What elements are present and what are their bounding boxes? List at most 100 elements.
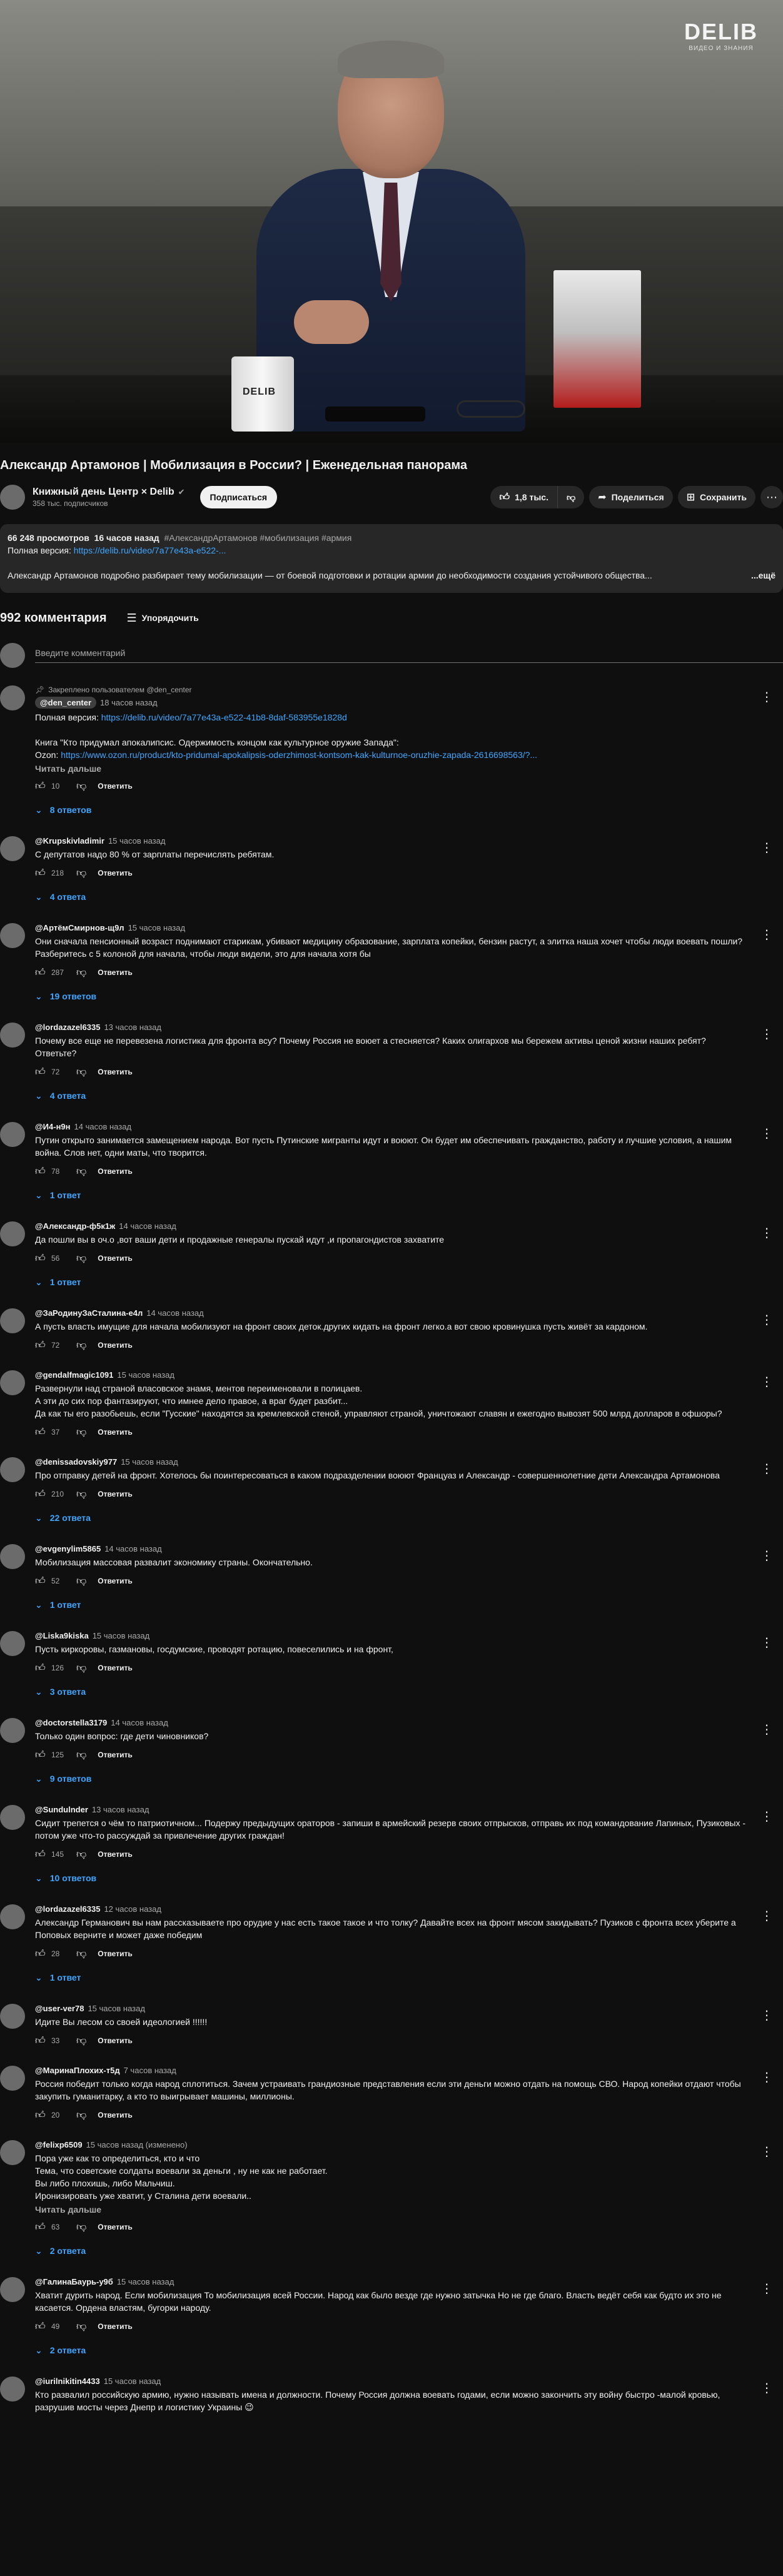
- comment-avatar[interactable]: [0, 1718, 25, 1743]
- comment-avatar[interactable]: [0, 1457, 25, 1482]
- thumbs-down-icon[interactable]: 👎︎: [76, 2035, 86, 2047]
- reply-button[interactable]: Ответить: [98, 2111, 132, 2119]
- description-box[interactable]: 66 248 просмотров 16 часов назад #Алекса…: [0, 524, 783, 593]
- comment-menu-icon[interactable]: ⋮: [760, 840, 773, 856]
- comment-author[interactable]: @den_center: [35, 697, 97, 709]
- comment-time[interactable]: 15 часов назад: [88, 2004, 145, 2013]
- thumbs-up-icon[interactable]: 👍︎: [35, 1066, 50, 1078]
- comment-menu-icon[interactable]: ⋮: [760, 1635, 773, 1650]
- thumbs-up-icon[interactable]: 👍︎: [35, 1488, 50, 1500]
- comment-time[interactable]: 13 часов назад: [104, 1023, 161, 1032]
- reply-button[interactable]: Ответить: [98, 869, 132, 877]
- thumbs-up-icon[interactable]: 👍︎: [35, 1575, 50, 1587]
- comment-menu-icon[interactable]: ⋮: [760, 1908, 773, 1924]
- comment-author[interactable]: @lordazazel6335: [35, 1904, 100, 1914]
- thumbs-up-icon[interactable]: 👍︎: [35, 967, 50, 979]
- reply-button[interactable]: Ответить: [98, 782, 132, 790]
- reply-button[interactable]: Ответить: [98, 1068, 132, 1076]
- thumbs-up-icon[interactable]: 👍︎: [35, 1749, 50, 1761]
- comment-avatar[interactable]: [0, 2066, 25, 2091]
- comment-avatar[interactable]: [0, 1904, 25, 1929]
- view-replies-button[interactable]: ⌄ 9 ответов: [35, 1767, 745, 1790]
- thumbs-down-icon[interactable]: 👎︎: [76, 967, 86, 979]
- comment-author[interactable]: @Krupskivladimir: [35, 836, 104, 846]
- thumbs-up-icon[interactable]: 👍︎: [35, 1662, 50, 1674]
- comment-author[interactable]: @gendalfmagic1091: [35, 1370, 113, 1380]
- view-replies-button[interactable]: ⌄ 1 ответ: [35, 1966, 745, 1989]
- comment-time[interactable]: 13 часов назад: [92, 1805, 149, 1814]
- comment-time[interactable]: 15 часов назад: [93, 1631, 150, 1640]
- like-button[interactable]: 👍︎ 1,8 тыс.: [490, 486, 558, 508]
- comment-avatar[interactable]: [0, 685, 25, 710]
- comment-avatar[interactable]: [0, 2277, 25, 2302]
- thumbs-up-icon[interactable]: 👍︎: [35, 1166, 50, 1178]
- comment-author[interactable]: @Sundulnder: [35, 1805, 88, 1814]
- comment-time[interactable]: 15 часов назад (изменено): [86, 2140, 188, 2149]
- comment-menu-icon[interactable]: ⋮: [760, 2281, 773, 2296]
- comment-time[interactable]: 15 часов назад: [121, 1457, 178, 1467]
- thumbs-down-icon[interactable]: 👎︎: [76, 1166, 86, 1178]
- comment-author[interactable]: @Liska9kiska: [35, 1631, 89, 1640]
- comment-link[interactable]: https://delib.ru/video/7a77e43a-e522-41b…: [101, 712, 347, 722]
- thumbs-up-icon[interactable]: 👍︎: [35, 2221, 50, 2233]
- reply-button[interactable]: Ответить: [98, 2036, 132, 2045]
- comment-time[interactable]: 14 часов назад: [119, 1221, 176, 1231]
- reply-button[interactable]: Ответить: [98, 1254, 132, 1263]
- hashtags[interactable]: #АлександрАртамонов #мобилизация #армия: [164, 533, 351, 543]
- comment-avatar[interactable]: [0, 1221, 25, 1246]
- thumbs-down-icon[interactable]: 👎︎: [76, 1488, 86, 1500]
- thumbs-down-icon[interactable]: 👎︎: [76, 1662, 86, 1674]
- comment-menu-icon[interactable]: ⋮: [760, 927, 773, 942]
- view-replies-button[interactable]: ⌄ 2 ответа: [35, 2339, 745, 2361]
- more-actions-button[interactable]: ⋯: [760, 486, 783, 508]
- comment-author[interactable]: @user-ver78: [35, 2004, 84, 2013]
- comment-menu-icon[interactable]: ⋮: [760, 1374, 773, 1390]
- reply-button[interactable]: Ответить: [98, 1664, 132, 1672]
- view-replies-button[interactable]: ⌄ 10 ответов: [35, 1867, 745, 1889]
- comment-time[interactable]: 14 часов назад: [104, 1544, 162, 1553]
- comment-time[interactable]: 15 часов назад: [117, 1370, 174, 1380]
- comment-menu-icon[interactable]: ⋮: [760, 1026, 773, 1042]
- comment-time[interactable]: 15 часов назад: [117, 2277, 174, 2286]
- thumbs-down-icon[interactable]: 👎︎: [76, 1340, 86, 1351]
- reply-button[interactable]: Ответить: [98, 968, 132, 977]
- view-replies-button[interactable]: ⌄ 1 ответ: [35, 1184, 745, 1206]
- comment-menu-icon[interactable]: ⋮: [760, 1225, 773, 1241]
- subscribe-button[interactable]: Подписаться: [200, 486, 278, 508]
- comment-author[interactable]: @felixp6509: [35, 2140, 83, 2149]
- thumbs-up-icon[interactable]: 👍︎: [35, 780, 50, 792]
- reply-button[interactable]: Ответить: [98, 1850, 132, 1859]
- full-version-link[interactable]: https://delib.ru/video/7a77e43a-e522-...: [74, 545, 226, 555]
- thumbs-down-icon[interactable]: 👎︎: [76, 1849, 86, 1861]
- view-replies-button[interactable]: ⌄ 3 ответа: [35, 1680, 745, 1703]
- comment-avatar[interactable]: [0, 1805, 25, 1830]
- comment-menu-icon[interactable]: ⋮: [760, 1461, 773, 1477]
- comment-avatar[interactable]: [0, 2004, 25, 2029]
- reply-button[interactable]: Ответить: [98, 1490, 132, 1498]
- thumbs-down-icon[interactable]: 👎︎: [76, 1253, 86, 1265]
- view-replies-button[interactable]: ⌄ 19 ответов: [35, 985, 745, 1008]
- thumbs-up-icon[interactable]: 👍︎: [35, 2035, 50, 2047]
- comment-menu-icon[interactable]: ⋮: [760, 1722, 773, 1737]
- comment-time[interactable]: 7 часов назад: [124, 2066, 176, 2075]
- thumbs-down-icon[interactable]: 👎︎: [76, 780, 86, 792]
- save-button[interactable]: ⊞ Сохранить: [677, 486, 755, 508]
- comment-menu-icon[interactable]: ⋮: [760, 2008, 773, 2023]
- comment-menu-icon[interactable]: ⋮: [760, 1548, 773, 1563]
- thumbs-down-icon[interactable]: 👎︎: [76, 2321, 86, 2333]
- reply-button[interactable]: Ответить: [98, 2223, 132, 2231]
- comment-author[interactable]: @iurilnikitin4433: [35, 2376, 100, 2386]
- reply-button[interactable]: Ответить: [98, 1167, 132, 1176]
- comment-menu-icon[interactable]: ⋮: [760, 1312, 773, 1328]
- comment-author[interactable]: @И4-н9н: [35, 1122, 71, 1131]
- view-replies-button[interactable]: ⌄ 2 ответа: [35, 2240, 745, 2262]
- thumbs-down-icon[interactable]: 👎︎: [76, 1948, 86, 1960]
- comment-author[interactable]: @evgenylim5865: [35, 1544, 101, 1553]
- thumbs-up-icon[interactable]: 👍︎: [35, 867, 50, 879]
- sort-button[interactable]: ☰ Упорядочить: [127, 612, 199, 625]
- reply-button[interactable]: Ответить: [98, 2322, 132, 2331]
- thumbs-down-icon[interactable]: 👎︎: [76, 1427, 86, 1438]
- comment-time[interactable]: 12 часов назад: [104, 1904, 161, 1914]
- comment-menu-icon[interactable]: ⋮: [760, 2380, 773, 2396]
- view-replies-button[interactable]: ⌄ 1 ответ: [35, 1594, 745, 1616]
